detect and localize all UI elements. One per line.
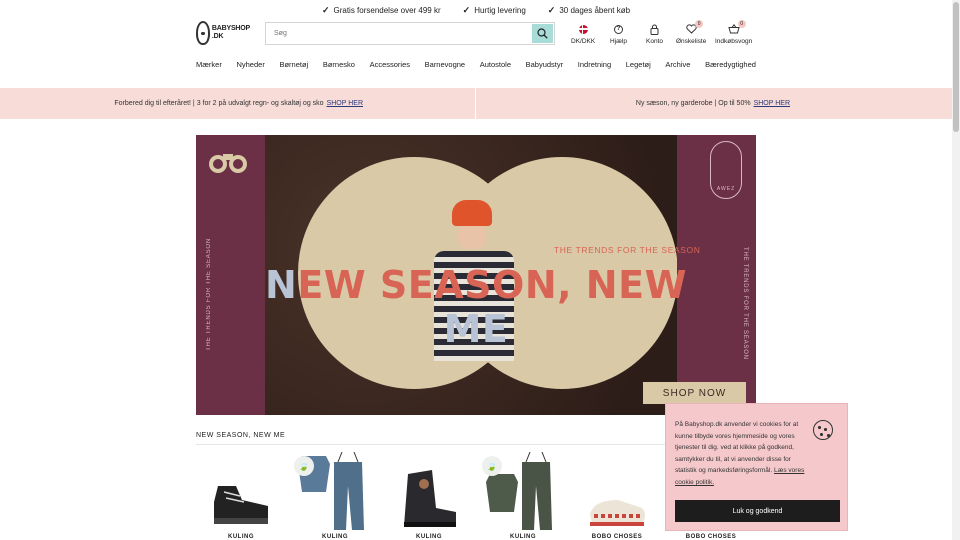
page-scrollbar[interactable] [952,0,960,540]
eco-leaf-icon: 🍃 [294,456,314,476]
search-icon [537,28,548,39]
promo-banner: Forbered dig til efteråret! | 3 for 2 på… [0,88,952,119]
usp-text: Hurtig levering [474,5,526,15]
product-image [404,470,456,527]
promo-left: Forbered dig til efteråret! | 3 for 2 på… [0,88,476,119]
check-icon: ✓ [547,4,556,15]
logo-wordmark: BABYSHOP .DK [212,25,250,41]
logo-line-2: .DK [211,33,224,40]
product-image [214,486,268,524]
babyshop-logo[interactable]: BABYSHOP .DK [196,20,250,46]
logo-line-1: BABYSHOP [211,25,250,32]
cart-label: Indkøbsvogn [715,38,753,45]
wishlist-label: Ønskeliste [676,38,707,45]
cart-count-badge: 0 [737,20,746,28]
product-card[interactable]: KULING [384,452,474,540]
product-brand: KULING [228,534,254,540]
child-model-face [458,223,486,249]
headline-last-word: ME [443,307,509,351]
cookie-icon [813,420,833,440]
usp-text: Gratis forsendelse over 499 kr [333,5,441,15]
product-brand: KULING [322,534,348,540]
search-button[interactable] [532,24,553,43]
nav-item-accessories[interactable]: Accessories [370,60,410,69]
product-card[interactable]: BOBO CHOSES [572,452,662,540]
lock-icon [650,24,659,35]
hero-vertical-text-right: THE TRENDS FOR THE SEASON [742,247,748,360]
scrollbar-thumb[interactable] [953,2,959,132]
binoculars-icon [209,154,247,173]
check-icon: ✓ [462,4,471,15]
usp-bar: ✓ Gratis forsendelse over 499 kr ✓ Hurtig … [0,0,952,20]
nav-item-toys[interactable]: Legetøj [626,60,651,69]
promo-right-link[interactable]: SHOP HER [754,100,790,107]
child-model-hat [452,200,492,226]
cart-link[interactable]: 0 Indkøbsvogn [715,20,753,45]
shop-now-button[interactable]: SHOP NOW [643,382,746,404]
hero-banner[interactable]: AWEZ THE TRENDS FOR THE SEASON NEW SEASO… [196,135,756,415]
awez-brand-mark: AWEZ [710,141,742,199]
search-input[interactable] [266,23,531,44]
cookie-consent-dialog: På Babyshop.dk anvender vi cookies for a… [665,403,848,531]
product-brand: BOBO CHOSES [685,534,737,540]
nav-item-strollers[interactable]: Barnevogne [425,60,465,69]
usp-item: ✓ Hurtig levering [463,5,526,16]
product-image [590,500,645,526]
cookie-message: På Babyshop.dk anvender vi cookies for a… [675,419,810,489]
hero-vertical-text-left: THE TRENDS FOR THE SEASON [206,238,212,351]
help-label: Hjælp [610,38,627,45]
hero-headline: NEW SEASON, NEW ME [260,263,692,351]
denmark-flag-icon [578,24,588,34]
nav-item-car-seats[interactable]: Autostole [480,60,511,69]
product-brand: KULING [510,534,536,540]
nav-item-baby-gear[interactable]: Babyudstyr [526,60,564,69]
nav-item-news[interactable]: Nyheder [236,60,264,69]
promo-right-text: Ny sæson, ny garderobe | Op til 50% [635,100,751,107]
help-icon: ? [613,24,623,34]
wishlist-count-badge: 0 [695,20,704,28]
headline-middle: EW SEASON, NEW [297,263,687,307]
check-icon: ✓ [321,4,330,15]
section-title: NEW SEASON, NEW ME [196,432,286,439]
promo-right: Ny sæson, ny garderobe | Op til 50% SHOP… [476,88,952,119]
nav-item-kids-clothing[interactable]: Børnetøj [279,60,308,69]
product-card[interactable]: KULING [196,452,286,540]
product-card[interactable]: 🍃 KULING [478,452,568,540]
usp-text: 30 dages åbent køb [559,5,631,15]
product-card[interactable]: 🍃 KULING [290,452,380,540]
help-link[interactable]: ? Hjælp [610,23,627,45]
nav-item-kids-shoes[interactable]: Børnesko [323,60,355,69]
main-navigation: Mærker Nyheder Børnetøj Børnesko Accesso… [196,60,756,69]
usp-item: ✓ 30 dages åbent køb [548,5,630,16]
promo-left-link[interactable]: SHOP HER [327,100,363,107]
accept-cookies-button[interactable]: Luk og godkend [675,500,840,522]
hero-tagline: THE TRENDS FOR THE SEASON [554,245,701,255]
usp-item: ✓ Gratis forsendelse over 499 kr [322,5,441,16]
product-brand: KULING [416,534,442,540]
account-link[interactable]: Konto [646,23,663,45]
wishlist-link[interactable]: 0 Ønskeliste [676,20,707,45]
nav-item-sustainability[interactable]: Bæredygtighed [705,60,756,69]
eco-leaf-icon: 🍃 [482,456,502,476]
product-brand: BOBO CHOSES [591,534,643,540]
currency-label: DK/DKK [571,38,596,45]
nav-item-interior[interactable]: Indretning [578,60,611,69]
headline-first-letter: N [265,263,298,307]
search-bar [265,22,555,45]
promo-left-text: Forbered dig til efteråret! | 3 for 2 på… [114,100,324,107]
account-label: Konto [646,38,663,45]
nav-item-archive[interactable]: Archive [665,60,690,69]
currency-selector[interactable]: DK/DKK [571,23,595,45]
site-header: BABYSHOP .DK DK/DKK ? Hjælp Konto 0 Ønsk… [196,20,756,48]
baby-face-icon [196,21,210,45]
nav-item-brands[interactable]: Mærker [196,60,222,69]
